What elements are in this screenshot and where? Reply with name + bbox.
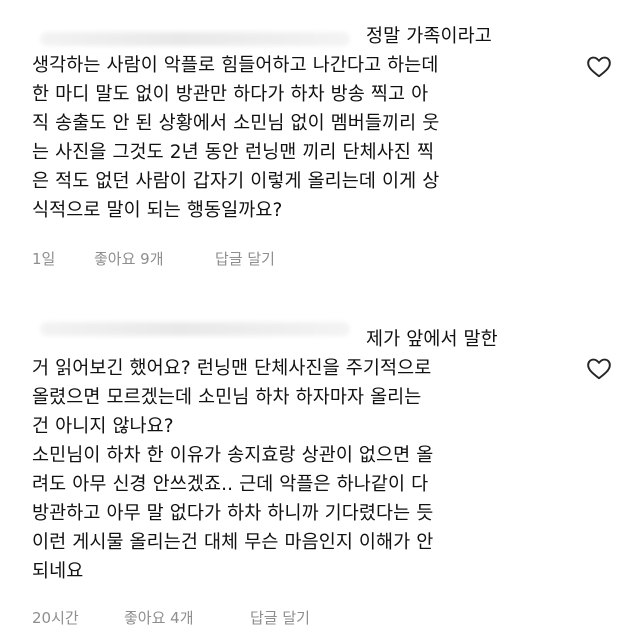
comment-meta: 20시간 좋아요 4개 답글 달기: [32, 607, 310, 628]
heart-outline-icon[interactable]: [586, 356, 612, 380]
comment-line: 려도 아무 신경 안쓰겠죠.. 근데 악플은 하나같이 다: [32, 474, 429, 495]
comment-line: 생각하는 사람이 악플로 힘들어하고 나간다고 하는데: [32, 55, 439, 76]
comment-item: 제가 앞에서 말한 거 읽어보긴 했어요? 런닝맨 단체사진을 주기적으로 올렸…: [0, 300, 626, 640]
comment-timestamp: 20시간: [32, 609, 79, 627]
comment-text: 정말 가족이라고 생각하는 사람이 악플로 힘들어하고 나간다고 하는데 한 마…: [32, 22, 554, 225]
comment-like-count[interactable]: 좋아요 4개: [124, 607, 250, 628]
comment-item: 정말 가족이라고 생각하는 사람이 악플로 힘들어하고 나간다고 하는데 한 마…: [0, 0, 626, 300]
comment-meta: 1일 좋아요 9개 답글 달기: [32, 248, 275, 269]
comment-like-count[interactable]: 좋아요 9개: [94, 248, 215, 269]
comment-line: 방관하고 아무 말 없다가 하차 하니까 기다렸다는 듯: [32, 503, 434, 524]
comment-line: 올렸으면 모르겠는데 소민님 하차 하자마자 올리는: [32, 387, 422, 408]
comment-line: 이런 게시물 올리는건 대체 무슨 마음인지 이해가 안: [32, 532, 434, 553]
comment-line: 되네요: [32, 561, 84, 582]
heart-outline-icon[interactable]: [586, 54, 612, 78]
comment-text: 제가 앞에서 말한 거 읽어보긴 했어요? 런닝맨 단체사진을 주기적으로 올렸…: [32, 325, 554, 586]
comment-line: 직 송출도 안 된 상황에서 소민님 없이 멤버들끼리 웃: [32, 113, 440, 134]
comment-line: 한 마디 말도 없이 방관만 하다가 하차 방송 찍고 아: [32, 84, 429, 105]
comment-line: 는 사진을 그것도 2년 동안 런닝맨 끼리 단체사진 찍: [32, 142, 435, 163]
comment-line: 제가 앞에서 말한: [366, 329, 498, 350]
comment-timestamp: 1일: [32, 250, 56, 268]
comment-line: 소민님이 하차 한 이유가 송지효랑 상관이 없으면 올: [32, 445, 434, 466]
comment-line: 거 읽어보긴 했어요? 런닝맨 단체사진을 주기적으로: [32, 358, 432, 379]
comment-line: 정말 가족이라고: [366, 26, 492, 47]
reply-button[interactable]: 답글 달기: [250, 607, 310, 628]
comment-line: 식적으로 말이 되는 행동일까요?: [32, 200, 283, 221]
reply-button[interactable]: 답글 달기: [215, 248, 275, 269]
comment-line: 건 아니지 않나요?: [32, 416, 174, 437]
comment-line: 은 적도 없던 사람이 갑자기 이렇게 올리는데 이게 상: [32, 171, 440, 192]
